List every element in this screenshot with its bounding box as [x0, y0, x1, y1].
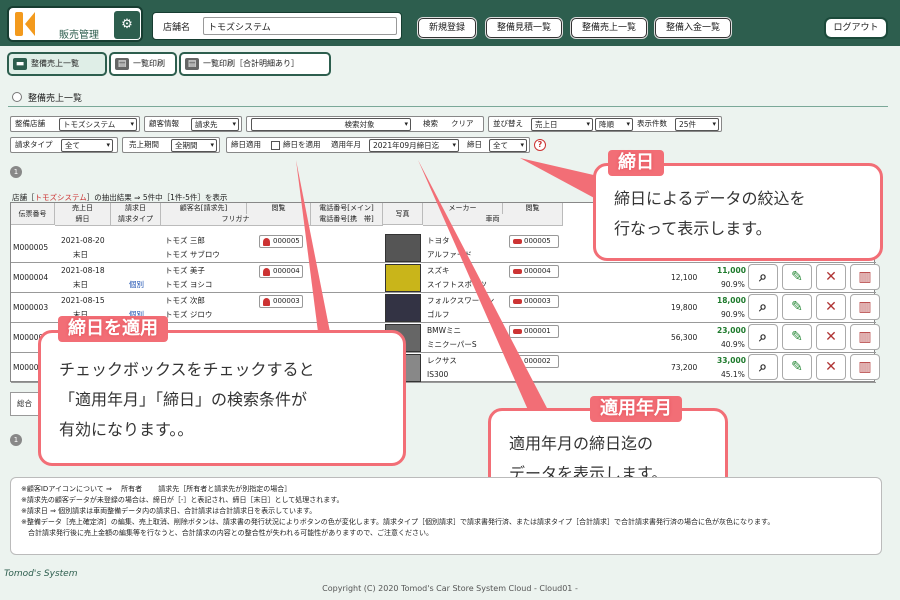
closing-callout-text1: 締日によるデータの絞込を — [614, 189, 806, 208]
copyright: Copyright (C) 2020 Tomod's Car Store Sys… — [322, 584, 578, 593]
note-line: ※整備データ［売上確定済］の編集、売上取消、削除ボタンは、請求書の発行状況により… — [21, 518, 775, 526]
month-pointer — [418, 160, 548, 410]
apply-callout-text3: 有効になります。。 — [59, 420, 194, 439]
apply-callout: チェックボックスをチェックすると 「適用年月」「締日」の検索条件が 有効になりま… — [38, 330, 406, 466]
note-line: ※請求日 ⇒ 個別請求は車両整備データ内の請求日、合計請求は合計請求日を表示して… — [21, 507, 317, 515]
apply-pointer — [296, 160, 330, 332]
apply-callout-title: 締日を適用 — [58, 316, 168, 342]
note-line: ※請求先の顧客データが未登録の場合は、締日が［-］と表記され、締日［末日］として… — [21, 496, 344, 504]
note-line: 合計請求発行後に売上金額の編集等を行なうと、合計請求の内容との整合性が失われる可… — [21, 529, 434, 537]
apply-callout-text1: チェックボックスをチェックすると — [59, 360, 315, 379]
note-line: ※顧客IDアイコンについて ⇒ 所有者 請求先［所有者と請求先が別指定の場合］ — [21, 485, 292, 493]
month-callout-title: 適用年月 — [590, 396, 682, 422]
apply-callout-text2: 「適用年月」「締日」の検索条件が — [59, 390, 308, 409]
closing-callout: 締日によるデータの絞込を 行なって表示します。 — [593, 163, 883, 261]
month-callout-text1: 適用年月の締日迄の — [509, 434, 654, 453]
closing-callout-text2: 行なって表示します。 — [614, 219, 772, 238]
closing-callout-title: 締日 — [608, 150, 664, 176]
closing-pointer — [520, 158, 598, 200]
footer-logo: Tomod's System — [4, 569, 78, 579]
notes-panel: ※顧客IDアイコンについて ⇒ 所有者 請求先［所有者と請求先が別指定の場合］ … — [10, 477, 882, 555]
